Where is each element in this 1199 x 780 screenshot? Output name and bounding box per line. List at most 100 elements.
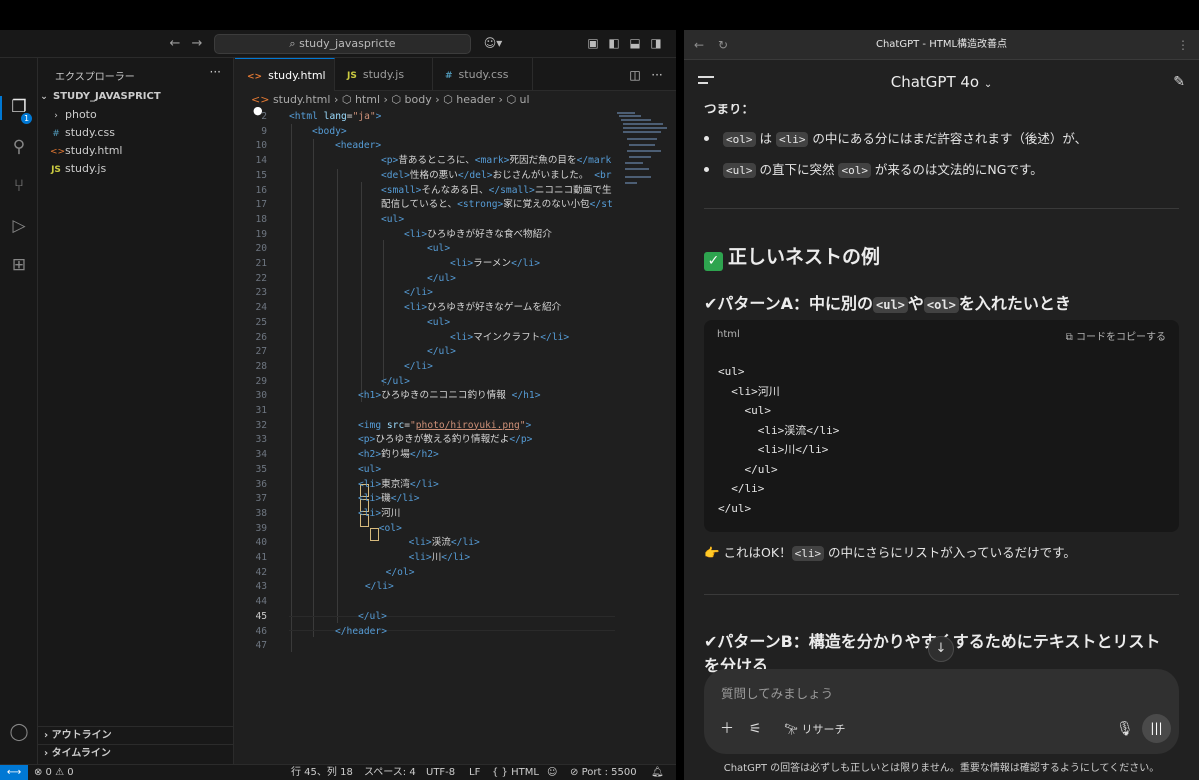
model-selector[interactable]: ChatGPT 4o ⌄ bbox=[684, 60, 1199, 107]
sidebar-menu-icon[interactable] bbox=[698, 76, 714, 88]
line-number: 16 bbox=[255, 184, 267, 196]
outline-section[interactable]: › アウトライン bbox=[38, 726, 234, 744]
line-number: 18 bbox=[255, 213, 267, 225]
code-line: <img src="photo/hiroyuki.png"> bbox=[358, 419, 532, 431]
line-number: 15 bbox=[255, 169, 267, 181]
search-icon: ⌕ bbox=[289, 37, 300, 50]
breadcrumb-item[interactable]: html bbox=[355, 93, 380, 106]
tab-study-js[interactable]: JS study.js bbox=[335, 58, 433, 91]
code-line: <ol> bbox=[378, 522, 402, 534]
search-label: study_javaspricte bbox=[299, 37, 396, 50]
check-mark-icon: ✓ bbox=[704, 252, 723, 271]
code-line: </header> bbox=[335, 625, 387, 637]
html-file-icon: <> bbox=[247, 72, 263, 82]
status-bar: ⟷ ⊗ 0 ⚠ 0 行 45、列 18 スペース: 4 UTF-8 LF { }… bbox=[0, 764, 676, 780]
remote-icon[interactable]: ⟷ bbox=[0, 765, 28, 780]
live-server-port[interactable]: ⊘ Port : 5500 bbox=[570, 765, 637, 780]
microphone-icon[interactable]: 🎙︎ bbox=[1116, 721, 1134, 737]
toggle-panel-icon[interactable]: ⬓ bbox=[628, 36, 642, 50]
code-line: </ul> bbox=[427, 272, 456, 284]
html-file-icon: <> bbox=[251, 93, 273, 106]
tab-study-html[interactable]: <> study.html ● bbox=[235, 58, 335, 117]
more-menu-icon[interactable]: ⋮ bbox=[1177, 38, 1189, 52]
tree-item-study-html[interactable]: <>study.html bbox=[38, 142, 234, 160]
line-ending[interactable]: LF bbox=[469, 765, 480, 780]
minimap[interactable] bbox=[615, 110, 676, 230]
breadcrumb-item[interactable]: header bbox=[456, 93, 495, 106]
copy-code-button[interactable]: ⧉ コードをコピーする bbox=[1066, 328, 1166, 343]
toggle-layout-icon[interactable]: ▣ bbox=[586, 36, 600, 50]
plus-icon[interactable]: ＋ bbox=[720, 721, 734, 737]
copilot-icon[interactable]: ☺▾ bbox=[482, 36, 504, 50]
js-file-icon: JS bbox=[347, 71, 357, 81]
notification-bell-icon[interactable]: 🔔︎ bbox=[651, 765, 664, 780]
code-line: </ul> bbox=[358, 610, 387, 622]
research-button[interactable]: 🔭︎ リサーチ bbox=[784, 721, 845, 737]
run-debug-icon[interactable]: ▷ bbox=[8, 215, 30, 237]
source-control-icon[interactable]: ⑂ bbox=[8, 175, 30, 197]
search-icon[interactable]: ⚲ bbox=[8, 136, 30, 158]
list-item: <ul> の直下に突然 <ol> が来るのは文法的にNGです。 bbox=[692, 159, 1043, 178]
tree-item-study-js[interactable]: JS study.js bbox=[38, 160, 234, 178]
line-number: 10 bbox=[255, 140, 267, 152]
line-number: 42 bbox=[255, 566, 267, 578]
tab-study-css[interactable]: # study.css bbox=[433, 58, 533, 91]
line-number: 41 bbox=[255, 552, 267, 563]
new-chat-icon[interactable]: ✎ bbox=[1173, 74, 1185, 90]
js-file-icon: JS bbox=[51, 165, 61, 175]
tree-item-photo[interactable]: › photo bbox=[38, 106, 234, 124]
extensions-icon[interactable]: ⊞ bbox=[8, 254, 30, 276]
encoding[interactable]: UTF-8 bbox=[426, 765, 455, 780]
copilot-icon[interactable]: ☺ bbox=[547, 765, 557, 780]
line-number: 46 bbox=[255, 625, 267, 637]
prompt-input[interactable]: 質問してみましょう bbox=[721, 683, 833, 702]
code-line: <li>川</li> bbox=[718, 443, 829, 456]
code-line: <li>川</li> bbox=[408, 552, 471, 563]
timeline-section[interactable]: › タイムライン bbox=[38, 744, 234, 762]
code-line: <li>渓流</li> bbox=[408, 537, 480, 549]
composer[interactable]: 質問してみましょう ＋ ⚟ 🔭︎ リサーチ 🎙︎ ||| bbox=[704, 669, 1179, 754]
split-editor-icon[interactable]: ◫ bbox=[628, 68, 642, 82]
code-line: <li>磯</li> bbox=[358, 493, 420, 505]
indentation[interactable]: スペース: 4 bbox=[364, 765, 416, 780]
line-number: 43 bbox=[255, 581, 267, 593]
title-bar: ← → ⌕ study_javaspricte ☺▾ ▣ ◧ ⬓ ◨ bbox=[0, 30, 676, 58]
breadcrumb-item[interactable]: study.html bbox=[273, 93, 331, 106]
breadcrumb-item[interactable]: ul bbox=[520, 93, 530, 106]
more-actions-icon[interactable]: ··· bbox=[210, 65, 221, 79]
account-icon[interactable]: ◯ bbox=[8, 721, 30, 743]
broadcast-icon: ⊘ bbox=[570, 767, 582, 778]
scroll-down-button[interactable]: ↓ bbox=[928, 636, 954, 662]
code-line: </ul> bbox=[381, 375, 410, 387]
element-icon: ⬡ bbox=[391, 93, 405, 106]
breadcrumb: <> study.html › ⬡ html › ⬡ body › ⬡ head… bbox=[251, 91, 530, 109]
back-arrow-icon[interactable]: ← bbox=[166, 35, 184, 53]
bullet bbox=[704, 167, 709, 172]
toggle-secondary-sidebar-icon[interactable]: ◨ bbox=[649, 36, 663, 50]
code-line: </li> bbox=[404, 360, 433, 372]
chatgpt-window: ← ↻ ChatGPT - HTML構造改善点 ⋮ ChatGPT 4o ⌄ ✎… bbox=[684, 30, 1199, 780]
cursor-position[interactable]: 行 45、列 18 bbox=[291, 765, 353, 780]
line-number: 40 bbox=[255, 537, 267, 549]
more-actions-icon[interactable]: ··· bbox=[650, 68, 664, 82]
tree-item-study-css[interactable]: # study.css bbox=[38, 124, 234, 142]
language-mode[interactable]: { } HTML bbox=[492, 765, 539, 780]
code-editor[interactable]: 2 <html lang="ja"> 9 <body> 10 <header> 14 <p>昔… bbox=[235, 110, 615, 710]
breadcrumb-item[interactable]: body bbox=[405, 93, 432, 106]
toggle-sidebar-icon[interactable]: ◧ bbox=[607, 36, 621, 50]
forward-arrow-icon[interactable]: → bbox=[188, 35, 206, 53]
indent-guide bbox=[291, 124, 292, 652]
code-line: <ul> bbox=[718, 365, 745, 378]
line-number: 35 bbox=[255, 463, 267, 475]
voice-mode-button[interactable]: ||| bbox=[1142, 714, 1171, 743]
explorer-title: エクスプローラー bbox=[55, 72, 135, 83]
chevron-right-icon: › bbox=[44, 748, 52, 759]
command-center-search[interactable]: ⌕ study_javaspricte bbox=[214, 34, 471, 54]
chevron-right-icon: › bbox=[435, 93, 444, 106]
code-line: <ul> bbox=[381, 213, 405, 225]
window-title: ChatGPT - HTML構造改善点 bbox=[875, 39, 1008, 50]
project-folder[interactable]: ⌄ STUDY_JAVASPRICT bbox=[38, 88, 234, 106]
code-line: </li> bbox=[718, 482, 765, 495]
problems-count[interactable]: ⊗ 0 ⚠ 0 bbox=[34, 765, 74, 780]
tools-icon[interactable]: ⚟ bbox=[749, 721, 762, 737]
